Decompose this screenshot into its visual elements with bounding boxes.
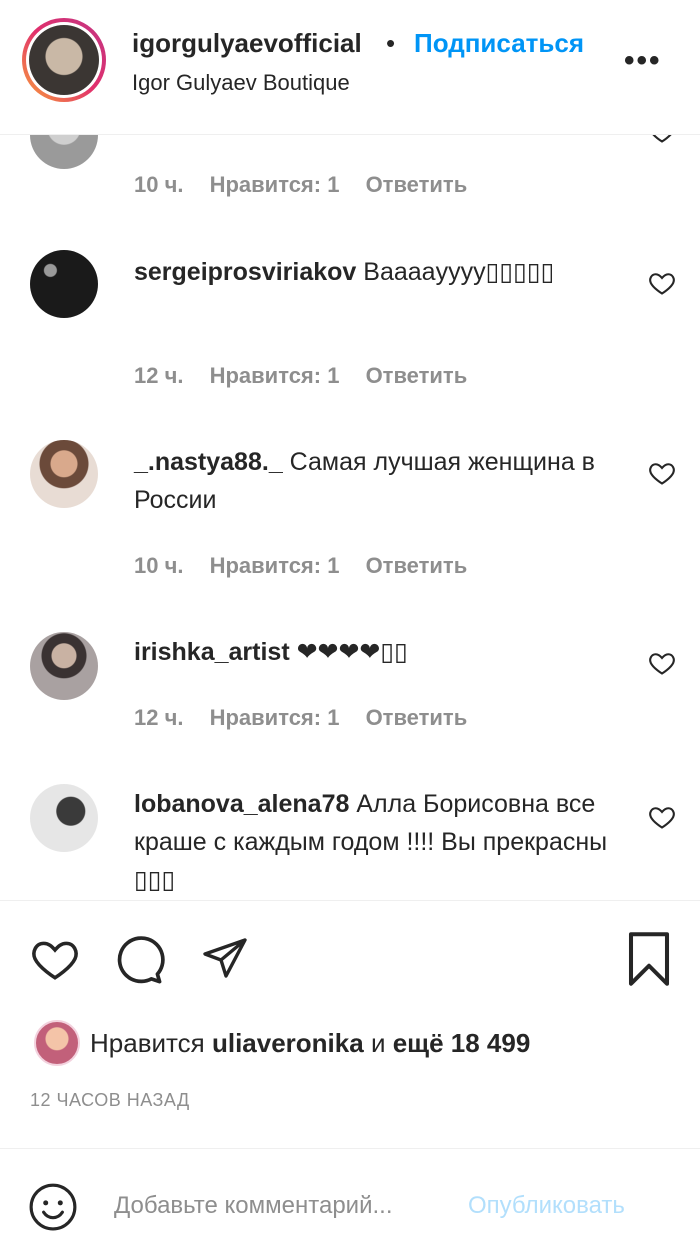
comment-avatar[interactable] [30,250,98,318]
comment-time: 12 ч. [134,705,184,730]
location-label[interactable]: Igor Gulyaev Boutique [132,70,350,96]
divider [0,900,700,901]
author-avatar[interactable] [22,18,106,102]
comment-meta: 12 ч. Нравится: 1 Ответить [134,705,487,731]
reply-button[interactable]: Ответить [366,172,468,197]
follow-button[interactable]: Подписаться [414,28,584,59]
reply-button[interactable]: Ответить [366,705,468,730]
post-comment-button[interactable]: Опубликовать [468,1192,625,1220]
author-username[interactable]: igorgulyaevofficial [132,28,362,59]
likes-text: Нравится uliaveronika и ещё 18 499 [90,1028,530,1059]
likes-count[interactable]: ещё 18 499 [393,1028,531,1058]
like-heart-icon[interactable] [648,269,676,297]
bookmark-icon[interactable] [626,932,672,986]
comment-likes[interactable]: Нравится: 1 [210,553,340,578]
comment-avatar[interactable] [30,440,98,508]
like-heart-icon[interactable] [648,649,676,677]
like-heart-icon[interactable] [28,934,82,984]
comment-username[interactable]: irishka_artist [134,638,290,666]
comment-avatar[interactable] [30,784,98,852]
comment-text: sergeiprosviriakov Вааааyyyy▯▯▯▯▯ [134,253,614,291]
comment-meta: 10 ч. Нравится: 1 Ответить [134,553,487,579]
comment-time: 10 ч. [134,553,184,578]
comment-time: 12 ч. [134,363,184,388]
reply-button[interactable]: Ответить [366,553,468,578]
post-timestamp[interactable]: 12 ЧАСОВ НАЗАД [30,1090,190,1111]
share-send-icon[interactable] [198,934,252,982]
like-heart-icon[interactable] [648,803,676,831]
comment-avatar[interactable] [30,135,98,169]
comment-username[interactable]: sergeiprosviriakov [134,258,356,286]
comments-list[interactable]: 10 ч. Нравится: 1 Ответить sergeiprosvir… [0,135,700,900]
add-comment-bar: Добавьте комментарий... Опубликовать [0,1150,700,1249]
comment-meta: 12 ч. Нравится: 1 Ответить [134,363,487,389]
divider [0,1148,700,1149]
liker-username[interactable]: uliaveronika [212,1028,364,1058]
reply-button[interactable]: Ответить [366,363,468,388]
comment-text: _.nastya88._ Самая лучшая женщина в Росс… [134,443,614,519]
comment-likes[interactable]: Нравится: 1 [210,363,340,388]
comment-likes[interactable]: Нравится: 1 [210,172,340,197]
comment-time: 10 ч. [134,172,184,197]
comment-username[interactable]: _.nastya88._ [134,448,283,476]
post-header: igorgulyaevofficial • Подписаться Igor G… [0,0,700,135]
comment-input[interactable]: Добавьте комментарий... [114,1192,392,1220]
comment-bubble-icon[interactable] [112,934,166,986]
liker-avatar[interactable] [34,1020,80,1066]
comment-text: irishka_artist ❤❤❤❤▯▯ [134,633,614,671]
separator-dot: • [386,28,396,58]
like-heart-icon[interactable] [648,459,676,487]
more-options-icon[interactable]: ••• [624,44,662,78]
likes-middle: и [370,1028,386,1058]
likes-prefix: Нравится [90,1028,205,1058]
comment-body: ❤❤❤❤▯▯ [296,638,408,666]
comment-username[interactable]: lobanova_alena78 [134,790,349,818]
comment-avatar[interactable] [30,632,98,700]
comment-body: Вааааyyyy▯▯▯▯▯ [363,258,555,286]
comment-meta: 10 ч. Нравится: 1 Ответить [134,172,487,198]
emoji-smiley-icon[interactable] [28,1182,78,1232]
comment-text: lobanova_alena78 Алла Борисовна все краш… [134,785,614,899]
like-heart-icon[interactable] [648,135,676,145]
comment-likes[interactable]: Нравится: 1 [210,705,340,730]
